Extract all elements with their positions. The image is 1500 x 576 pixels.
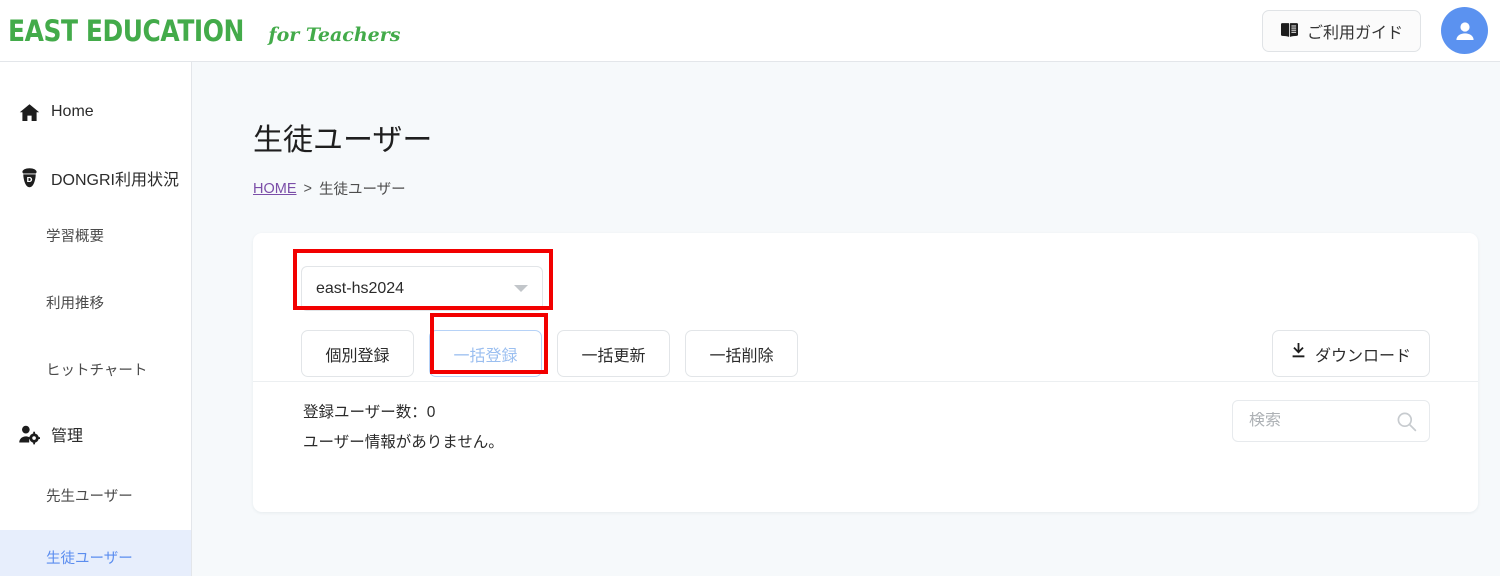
school-select[interactable]: east-hs2024	[301, 266, 543, 311]
search-box[interactable]	[1232, 400, 1430, 442]
app-header: EAST EDUCATION for Teachers ご利用ガイド	[0, 0, 1500, 62]
individual-register-label: 個別登録	[325, 347, 390, 365]
sidebar-item-student-users[interactable]: 生徒ユーザー	[0, 530, 191, 576]
sidebar-item-hit-chart[interactable]: ヒットチャート	[0, 345, 191, 393]
student-users-card: east-hs2024 個別登録 一括登録 一括更新 一括削除 ダウンロード 登…	[253, 233, 1478, 512]
sidebar-item-management-label: 管理	[51, 428, 84, 445]
breadcrumb-home-link[interactable]: HOME	[253, 181, 297, 197]
empty-state-message: ユーザー情報がありません。	[303, 434, 504, 451]
download-button[interactable]: ダウンロード	[1271, 330, 1430, 377]
sidebar-item-home-label: Home	[51, 103, 94, 120]
guide-button[interactable]: ご利用ガイド	[1261, 9, 1421, 52]
bulk-delete-label: 一括削除	[709, 347, 774, 365]
page-title: 生徒ユーザー	[253, 124, 433, 157]
sidebar-item-dongri-usage-label: DONGRI利用状況	[51, 172, 180, 189]
download-icon	[1291, 342, 1306, 364]
brand-name: EAST EDUCATION	[8, 13, 245, 48]
action-button-row: 個別登録 一括登録 一括更新 一括削除	[301, 330, 798, 377]
user-avatar-icon[interactable]	[1441, 7, 1488, 54]
sidebar-item-hit-chart-label: ヒットチャート	[46, 362, 148, 379]
sidebar-item-learning-overview[interactable]: 学習概要	[0, 211, 191, 259]
registered-user-count: 登録ユーザー数：0	[303, 404, 436, 421]
school-select-value: east-hs2024	[316, 279, 405, 297]
bulk-update-label: 一括更新	[581, 347, 646, 365]
bulk-update-button[interactable]: 一括更新	[557, 330, 670, 377]
sidebar-item-dongri-usage[interactable]: D DONGRI利用状況	[0, 153, 191, 203]
breadcrumb-separator: >	[303, 180, 312, 197]
bulk-register-label: 一括登録	[453, 347, 518, 365]
individual-register-button[interactable]: 個別登録	[301, 330, 414, 377]
sidebar-item-management[interactable]: 管理	[0, 409, 191, 459]
download-button-label: ダウンロード	[1314, 347, 1411, 365]
card-list-section: 登録ユーザー数：0 ユーザー情報がありません。	[253, 381, 1478, 511]
sidebar-item-usage-trend[interactable]: 利用推移	[0, 278, 191, 326]
bulk-delete-button[interactable]: 一括削除	[685, 330, 798, 377]
header-actions: ご利用ガイド	[1261, 7, 1488, 54]
search-input[interactable]	[1249, 412, 1389, 430]
brand-tagline: for Teachers	[268, 23, 401, 46]
sidebar-item-teacher-users-label: 先生ユーザー	[46, 488, 133, 505]
book-icon	[1280, 22, 1299, 39]
acorn-icon: D	[18, 167, 40, 189]
svg-text:D: D	[26, 175, 32, 184]
sidebar-item-usage-trend-label: 利用推移	[46, 295, 104, 312]
guide-button-label: ご利用ガイド	[1306, 24, 1403, 42]
breadcrumb: HOME > 生徒ユーザー	[253, 178, 406, 199]
sidebar-item-teacher-users[interactable]: 先生ユーザー	[0, 471, 191, 519]
brand-logo[interactable]: EAST EDUCATION for Teachers	[8, 14, 400, 48]
search-icon[interactable]	[1396, 411, 1417, 432]
app-root: EAST EDUCATION for Teachers ご利用ガイド Home …	[0, 0, 1500, 576]
card-toolbar-section: east-hs2024 個別登録 一括登録 一括更新 一括削除 ダウンロード	[253, 233, 1478, 381]
sidebar-item-student-users-label: 生徒ユーザー	[46, 551, 133, 567]
chevron-down-icon	[514, 285, 528, 292]
breadcrumb-current: 生徒ユーザー	[318, 182, 406, 198]
sidebar-item-learning-overview-label: 学習概要	[46, 228, 104, 245]
home-icon	[18, 101, 40, 123]
sidebar: Home D DONGRI利用状況 学習概要 利用推移 ヒットチャート 管理 先…	[0, 62, 192, 576]
main-content: 生徒ユーザー HOME > 生徒ユーザー east-hs2024 個別登録 一括…	[192, 62, 1500, 576]
user-gear-icon	[18, 423, 40, 445]
bulk-register-button[interactable]: 一括登録	[429, 330, 542, 377]
sidebar-item-home[interactable]: Home	[0, 87, 191, 137]
